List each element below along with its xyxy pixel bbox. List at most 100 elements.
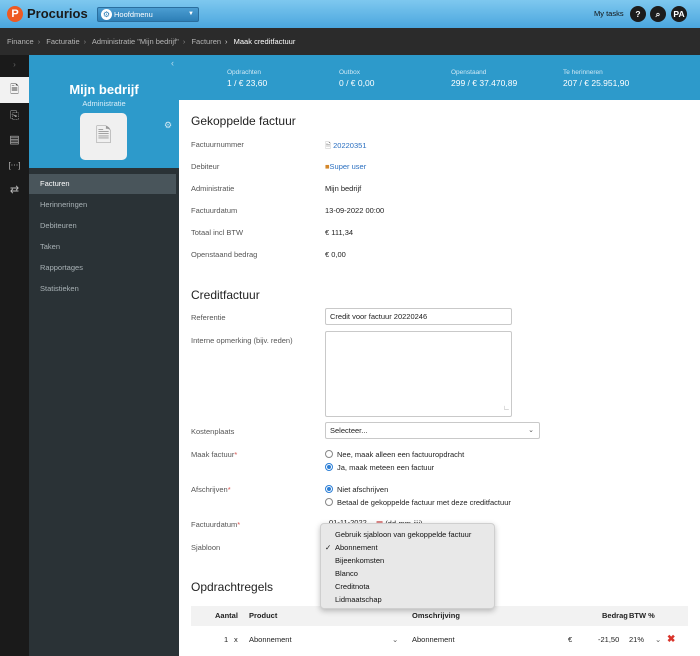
radio-on-icon [325,485,333,493]
menu-gear-icon: ⚙ [101,9,112,20]
field-label: Administratie [191,184,235,193]
currency-symbol: € [568,635,573,644]
sidebar-header: ‹ Mijn bedrijf Administratie 🗎 ⚙ [29,55,179,168]
credit-invoice-heading: Creditfactuur [191,288,260,302]
help-icon[interactable]: ? [630,6,646,22]
sidebar-item-rapportages[interactable]: Rapportages [29,258,176,278]
gear-icon[interactable]: ⚙ [164,120,172,131]
sidebar-item-facturen[interactable]: Facturen [29,174,176,194]
stat-te-herinneren[interactable]: Te herinneren 207 / € 25.951,90 [563,69,629,88]
user-avatar[interactable]: PA [671,6,687,22]
field-label: Debiteur [191,162,220,171]
col-btw: BTW % [629,611,655,620]
inbox-icon[interactable]: ⎘ [0,103,29,129]
cost-center-label: Kostenplaats [191,427,235,436]
delete-icon[interactable]: ✖ [667,630,675,650]
field-value: Mijn bedrijf [325,184,362,193]
wallet-icon[interactable]: ▤ [0,127,29,153]
field-label: Factuurnummer [191,140,244,149]
col-aantal: Aantal [215,611,238,620]
checkmark-icon: ✓ [325,543,332,552]
order-lines-header: Aantal Product Omschrijving Bedrag BTW % [191,606,688,626]
times-sign: x [234,635,238,644]
invoice-date-label: Factuurdatum* [191,520,241,529]
sidebar-item-taken[interactable]: Taken [29,237,176,257]
search-icon[interactable]: ⌕ [650,6,666,22]
template-label: Sjabloon [191,543,221,552]
field-value: € 111,34 [325,228,354,237]
breadcrumb: Finance › Facturatie › Administratie "Mijn… [0,28,700,55]
col-bedrag: Bedrag [602,611,628,620]
dropdown-option[interactable]: Creditnota [321,580,494,593]
chevron-down-icon: ▼ [188,11,194,17]
expand-icon[interactable]: › [0,55,29,75]
cost-center-select[interactable]: Selecteer... ⌄ [325,422,540,439]
stats-bar: Opdrachten 1 / € 23,60 Outbox 0 / € 0,00 O… [179,55,700,100]
make-invoice-label: Maak factuur* [191,450,238,459]
sidebar: ‹ Mijn bedrijf Administratie 🗎 ⚙ Facture… [29,55,179,656]
sidebar-subtitle: Administratie [82,99,126,108]
stat-opdrachten[interactable]: Opdrachten 1 / € 23,60 [227,69,267,88]
col-omschrijving: Omschrijving [412,611,460,620]
reference-input[interactable]: Credit voor factuur 20220246 [325,308,512,325]
col-product: Product [249,611,278,620]
radio-make-invoice[interactable]: Ja, maak meteen een factuur [325,462,434,473]
procurios-logo-icon[interactable]: P [7,6,23,22]
dropdown-option[interactable]: Gebruik sjabloon van gekoppelde factuur [321,528,494,541]
stat-openstaand[interactable]: Openstaand 299 / € 37.470,89 [451,69,517,88]
write-off-label: Afschrijven* [191,485,231,494]
table-row: 1 x Abonnement ⌄ Abonnement € -21,50 21%… [191,630,688,650]
qty-cell[interactable]: 1 [224,630,228,650]
breadcrumb-administratie[interactable]: Administratie "Mijn bedrijf" [92,37,179,46]
icon-rail: › 🗎 ⎘ ▤ [⋅⋅⋅] ⇄ [0,55,29,656]
sidebar-item-herinneringen[interactable]: Herinneringen [29,195,176,215]
description-input[interactable]: Abonnement [412,630,455,650]
remark-textarea[interactable]: ∟ [325,331,512,417]
field-value: € 0,00 [325,250,346,259]
stat-outbox[interactable]: Outbox 0 / € 0,00 [339,69,374,88]
sidebar-item-statistieken[interactable]: Statistieken [29,279,176,299]
product-select[interactable]: Abonnement [249,630,292,650]
dropdown-option[interactable]: Blanco [321,567,494,580]
radio-on-icon [325,463,333,471]
main-menu-select[interactable]: ⚙ Hoofdmenu ▼ [97,7,199,22]
code-icon[interactable]: [⋅⋅⋅] [0,153,29,179]
breadcrumb-facturatie[interactable]: Facturatie [46,37,79,46]
chevron-down-icon: ⌄ [528,427,534,434]
dropdown-option[interactable]: Lidmaatschap [321,593,494,606]
field-label: Factuurdatum [191,206,238,215]
radio-off-icon [325,450,333,458]
invoice-number-link[interactable]: 🗎 20220351 [325,140,367,153]
remark-label: Interne opmerking (bijv. reden) [191,336,293,345]
top-bar: P Procurios ⚙ Hoofdmenu ▼ My tasks ? ⌕ P… [0,0,700,28]
template-dropdown[interactable]: Gebruik sjabloon van gekoppelde factuur … [320,523,495,609]
field-label: Totaal incl BTW [191,228,244,237]
amount-input[interactable]: -21,50 [598,630,619,650]
field-value: 13-09-2022 00:00 [325,206,385,215]
breadcrumb-facturen[interactable]: Facturen [191,37,221,46]
sidebar-item-debiteuren[interactable]: Debiteuren [29,216,176,236]
radio-no-write-off[interactable]: Niet afschrijven [325,484,388,495]
reference-label: Referentie [191,313,226,322]
field-label: Openstaand bedrag [191,250,258,259]
chevron-down-icon[interactable]: ⌄ [392,630,398,650]
document-icon: 🗎 [80,113,127,160]
vat-select[interactable]: 21% [629,630,644,650]
collapse-icon[interactable]: ‹ [171,58,174,68]
radio-off-icon [325,498,333,506]
radio-no-invoice[interactable]: Nee, maak alleen een factuuropdracht [325,449,464,460]
linked-invoice-heading: Gekoppelde factuur [191,114,296,128]
chevron-down-icon[interactable]: ⌄ [655,630,661,650]
transfer-icon[interactable]: ⇄ [0,177,29,203]
app-name[interactable]: Procurios [27,6,88,21]
dropdown-option-selected[interactable]: ✓ Abonnement [321,541,494,554]
order-lines-heading: Opdrachtregels [191,580,274,594]
breadcrumb-finance[interactable]: Finance [7,37,34,46]
invoice-icon[interactable]: 🗎 [0,77,29,103]
radio-pay-linked[interactable]: Betaal de gekoppelde factuur met deze cr… [325,497,511,508]
sidebar-title: Mijn bedrijf [69,82,139,97]
my-tasks-link[interactable]: My tasks [594,9,624,18]
debtor-link[interactable]: ■Super user [325,162,366,171]
breadcrumb-current: Maak creditfactuur [233,37,296,46]
dropdown-option[interactable]: Bijeenkomsten [321,554,494,567]
